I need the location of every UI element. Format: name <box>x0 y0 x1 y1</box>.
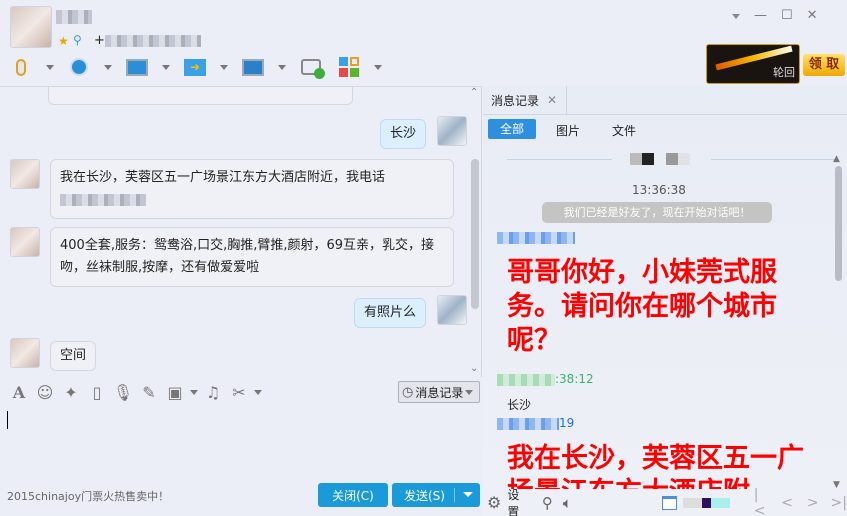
sender-name <box>497 232 575 247</box>
history-message: 哥哥你好，小妹莞式服务。请问你在哪个城市呢？ <box>507 257 777 356</box>
date-divider <box>630 153 690 165</box>
ad-link[interactable]: 2015chinajoy门票火热售卖中！ <box>7 488 169 504</box>
settings-label[interactable]: 设置 <box>507 486 529 516</box>
contact-signature: + <box>94 33 201 48</box>
system-message: 我们已经是好友了，现在开始对话吧！ <box>542 202 772 223</box>
send-options-dropdown[interactable] <box>463 492 473 497</box>
menu-down-icon[interactable] <box>732 8 740 23</box>
file-transfer-dropdown[interactable] <box>220 64 228 70</box>
filter-files[interactable]: 文件 <box>612 122 636 139</box>
close-button[interactable]: 关闭(C) <box>318 483 388 507</box>
camera-icon[interactable] <box>66 55 92 79</box>
screenshot-dropdown[interactable] <box>254 389 262 395</box>
history-footer: ⚙ 设置 ⚲ 🔈︎ |< < > >| <box>483 486 847 516</box>
speaker-icon[interactable]: 🔈︎ <box>563 494 572 512</box>
promo-caption: 轮回 <box>773 66 795 79</box>
history-message: 长沙 <box>507 398 532 412</box>
contact-message-avatar[interactable] <box>10 338 40 368</box>
message-time: 13:36:38 <box>632 183 686 197</box>
file-transfer-icon[interactable]: ➜ <box>182 55 208 79</box>
history-button[interactable]: ◷ 消息记录 <box>398 381 480 403</box>
vip-star-icon: ★ <box>58 34 69 48</box>
image-icon[interactable]: ▣ <box>164 383 186 402</box>
chat-message: 长沙 <box>379 119 426 149</box>
shake-icon[interactable]: ▯ <box>86 383 108 402</box>
promo-claim-button[interactable]: 领 取 <box>803 54 845 76</box>
history-panel: 消息记录 ✕ 全部 图片 文件 ▲ ▼ 13:36:38 我们已经是好友了，现在开… <box>483 86 847 516</box>
scroll-up-icon[interactable]: ⌃ <box>470 87 478 98</box>
my-avatar[interactable] <box>437 295 467 325</box>
screen-share-dropdown[interactable] <box>162 64 170 70</box>
chat-message: 有照片么 <box>353 298 426 328</box>
next-page-icon[interactable]: > <box>807 495 819 511</box>
emoji-icon[interactable]: ☺ <box>34 383 56 402</box>
promo-banner[interactable]: 轮回 <box>706 44 800 84</box>
settings-icon[interactable]: ⚙ <box>487 493 501 512</box>
close-icon[interactable]: ✕ <box>807 8 818 23</box>
last-page-icon[interactable]: >| <box>831 495 847 511</box>
blurred-date <box>682 497 730 508</box>
chat-message: 空间 <box>50 341 97 371</box>
screen-share-icon[interactable] <box>124 55 150 79</box>
maximize-icon[interactable]: ☐ <box>781 8 793 23</box>
microphone-icon[interactable] <box>8 55 34 79</box>
my-avatar[interactable] <box>437 116 467 146</box>
chat-message: 我在长沙，芙蓉区五一广场景江东方大酒店附近，我电话 <box>50 159 454 219</box>
contact-avatar[interactable] <box>10 6 52 48</box>
camera-dropdown[interactable] <box>104 64 112 70</box>
chat-scrollbar[interactable] <box>471 159 479 309</box>
blurred-phone <box>60 189 444 211</box>
screenshot-icon[interactable]: ✂ <box>228 383 250 402</box>
clock-icon: ◷ <box>402 384 414 400</box>
voice-icon[interactable]: 🎙︎ <box>112 383 134 402</box>
magic-icon[interactable]: ✦ <box>60 383 82 402</box>
first-page-icon[interactable]: |< <box>754 487 769 516</box>
search-icon[interactable]: ⚲ <box>542 494 553 512</box>
filter-images[interactable]: 图片 <box>556 122 580 139</box>
message-time: 19 <box>497 416 574 430</box>
music-icon[interactable]: ♫ <box>202 383 224 402</box>
history-scroll-up[interactable]: ▲ <box>833 154 840 164</box>
message-input[interactable] <box>0 405 482 480</box>
microphone-dropdown[interactable] <box>46 64 54 70</box>
input-toolbar: A ☺ ✦ ▯ 🎙︎ ✎ ▣ ♫ ✂ <box>8 381 262 403</box>
tab-close-icon[interactable]: ✕ <box>547 93 557 107</box>
text-cursor <box>7 411 8 429</box>
remote-desktop-icon[interactable] <box>240 55 266 79</box>
new-chat-icon[interactable] <box>298 55 325 79</box>
contact-message-avatar[interactable] <box>10 227 40 257</box>
window-controls: — ☐ ✕ <box>732 8 818 23</box>
font-icon[interactable]: A <box>8 383 30 402</box>
apps-dropdown[interactable] <box>374 64 382 70</box>
filter-all[interactable]: 全部 <box>488 119 536 139</box>
contact-message-avatar[interactable] <box>10 159 40 189</box>
main-toolbar: ➜ <box>8 55 382 79</box>
prev-page-icon[interactable]: < <box>781 495 793 511</box>
remote-desktop-dropdown[interactable] <box>278 64 286 70</box>
qzone-icon[interactable]: ⚲ <box>73 33 82 47</box>
calendar-icon[interactable] <box>661 495 677 510</box>
chat-area: ⌃ ⌄ 长沙 我在长沙，芙蓉区五一广场景江东方大酒店附近，我电话 400全套,服… <box>0 86 482 377</box>
chat-message: 400全套,服务：鸳鸯浴,口交,胸推,臂推,颜射，69互亲，乳交，接吻，丝袜制服… <box>50 227 454 287</box>
history-scrollbar[interactable] <box>835 166 842 281</box>
note-icon[interactable]: ✎ <box>138 383 160 402</box>
contact-name <box>56 10 92 27</box>
message-time: :38:12 <box>497 372 594 386</box>
minimize-icon[interactable]: — <box>754 8 767 23</box>
send-button[interactable]: 发送(S) <box>392 483 480 507</box>
image-dropdown[interactable] <box>190 389 198 395</box>
chat-bubble-partial <box>48 87 353 105</box>
apps-icon[interactable] <box>336 55 362 79</box>
scroll-down-icon[interactable]: ⌄ <box>470 363 478 374</box>
tab-history[interactable]: 消息记录 ✕ <box>483 86 567 114</box>
